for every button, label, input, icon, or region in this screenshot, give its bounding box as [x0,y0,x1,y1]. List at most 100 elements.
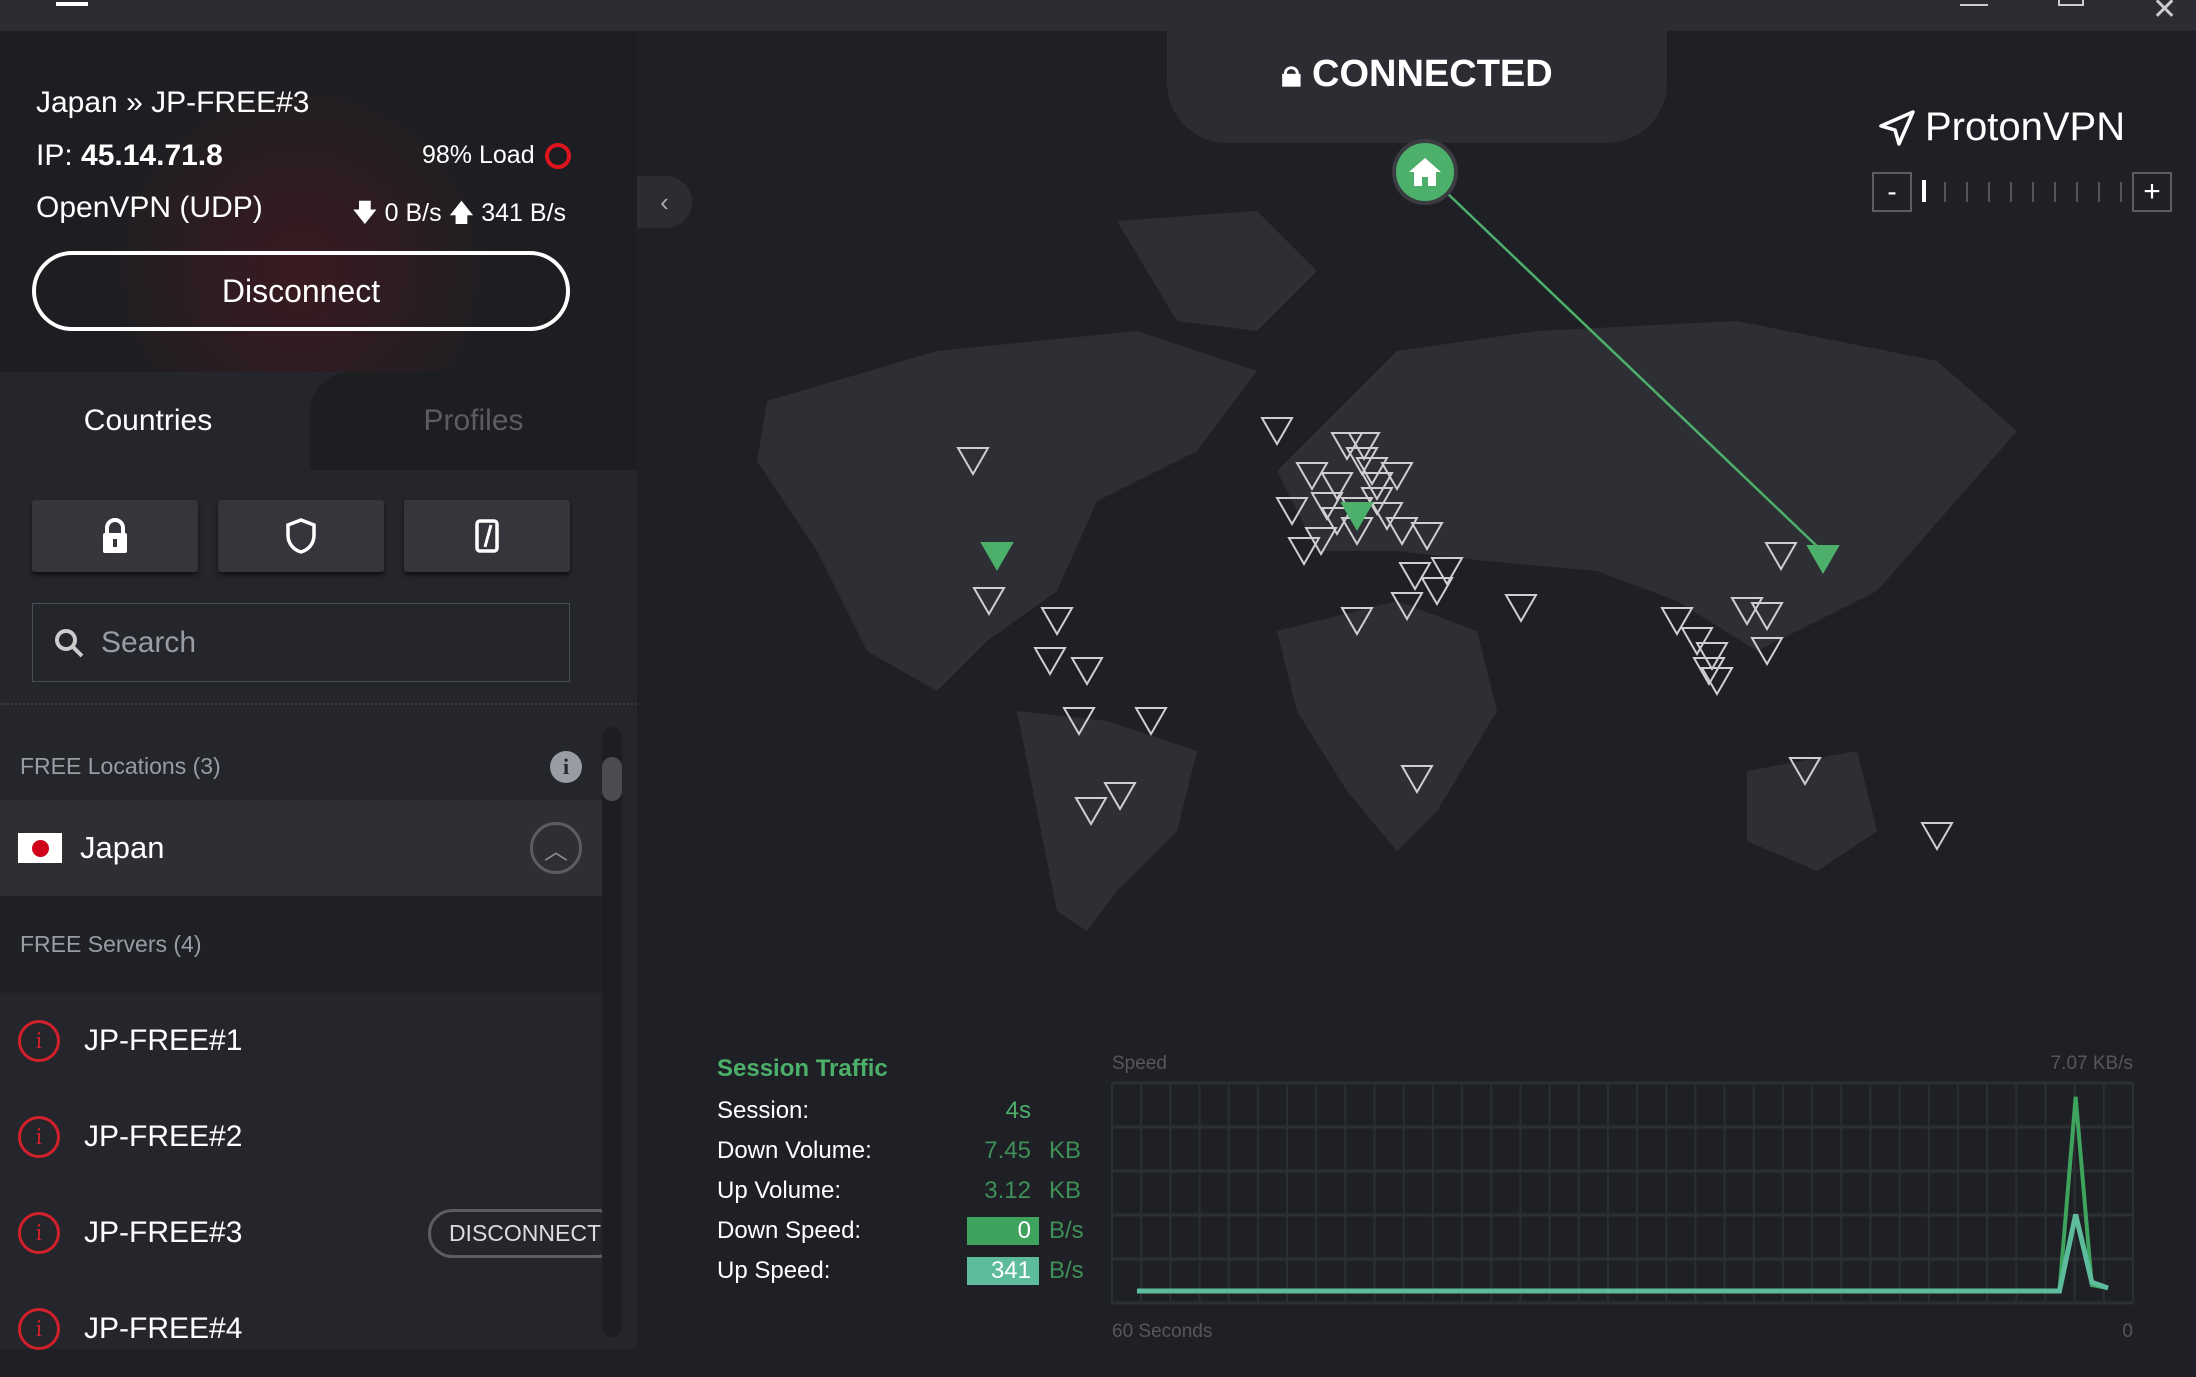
disconnect-button[interactable]: Disconnect [32,251,570,331]
search-icon [55,628,84,657]
server-name: JP-FREE#2 [84,1120,243,1153]
traffic-unit: B/s [1049,1217,1084,1244]
traffic-row-down_speed: Down Speed: 0 B/s [717,1211,1087,1251]
country-name: Japan [80,830,165,865]
hamburger-icon[interactable] [56,2,88,6]
ip-row: IP: 45.14.71.8 [36,139,223,173]
server-marker[interactable] [1260,417,1294,447]
connection-location: Japan » JP-FREE#3 [36,86,310,119]
traffic-row-down_volume: Down Volume: 7.45 KB [717,1131,1087,1171]
traffic-value: 3.12 [984,1177,1031,1204]
server-marker[interactable] [1040,607,1074,637]
scrollbar-thumb[interactable] [602,757,622,801]
server-row[interactable]: i JP-FREE#2 [0,1089,602,1185]
subsection-free-servers: FREE Servers (4) [0,896,602,993]
server-row[interactable]: i JP-FREE#1 [0,993,602,1089]
server-name: JP-FREE#1 [84,1024,243,1057]
load-indicator: 98% Load [422,141,571,170]
load-circle-icon [544,142,571,169]
traffic-row-up_speed: Up Speed: 341 B/s [717,1251,1087,1291]
traffic-label: Down Volume: [717,1137,872,1164]
server-name: JP-FREE#4 [84,1312,243,1345]
zoom-out-button[interactable]: - [1872,172,1912,212]
collapse-sidebar-button[interactable]: ‹ [637,176,692,228]
info-icon[interactable]: i [18,1116,60,1158]
server-disconnect-button[interactable]: DISCONNECT [427,1208,622,1258]
x-axis-right-label: 0 [2122,1321,2133,1342]
info-icon[interactable]: i [18,1308,60,1350]
status-text: 🔒︎ CONNECTED [1281,53,1552,143]
info-icon[interactable]: i [18,1212,60,1254]
tor-filter-button[interactable] [404,500,570,572]
japan-flag-icon [18,833,62,863]
server-marker[interactable] [1134,707,1168,737]
server-marker[interactable] [1920,822,1954,852]
traffic-unit: KB [1049,1177,1082,1204]
sidebar: Japan » JP-FREE#3 IP: 45.14.71.8 98% Loa… [0,31,637,1350]
server-row[interactable]: i JP-FREE#4 [0,1281,602,1377]
tor-icon [475,519,499,553]
brand-logo: ProtonVPN [1877,105,2125,150]
arrow-down-icon: 🡇 [352,199,378,227]
lock-icon: 🔒︎ [1281,53,1302,95]
chevron-up-icon[interactable]: ︿ [530,822,582,874]
server-marker[interactable] [1504,594,1538,624]
minimize-button[interactable] [1960,4,1988,6]
lock-icon [103,518,127,553]
session-traffic: Session Traffic Session: 4s Down Volume: 7.… [717,1055,1087,1291]
shield-icon [286,518,316,554]
connection-header: Japan » JP-FREE#3 IP: 45.14.71.8 98% Loa… [0,31,637,372]
search-field[interactable] [32,603,570,682]
server-marker[interactable] [1430,557,1464,587]
server-marker[interactable] [1680,627,1714,657]
proton-logo-icon [1879,109,1915,146]
netshield-filter-button[interactable] [218,500,384,572]
traffic-value: 0 [967,1217,1039,1245]
country-row-japan[interactable]: Japan ︿ [0,800,602,896]
server-row[interactable]: i JP-FREE#3 DISCONNECT [0,1185,622,1281]
traffic-label: Up Volume: [717,1177,842,1204]
secure-core-filter-button[interactable] [32,500,198,572]
arrow-up-icon: 🡅 [448,199,475,227]
traffic-unit: B/s [1049,1257,1084,1284]
maximize-button[interactable] [2058,0,2084,6]
traffic-row-session: Session: 4s [717,1091,1087,1131]
speed-chart: Speed 7.07 KB/s 60 Seconds 0 [1111,1053,2134,1342]
traffic-label: Down Speed: [717,1217,862,1244]
traffic-value: 341 [967,1257,1039,1285]
y-axis-label: Speed [1112,1053,1167,1074]
series-line-1 [1137,1213,2109,1294]
traffic-value: 4s [1005,1097,1031,1124]
down-speed: 0 B/s [384,199,442,227]
protocol: OpenVPN (UDP) [36,191,263,224]
traffic-label: Session: [717,1097,810,1124]
traffic-value: 7.45 [984,1137,1031,1164]
load-text: 98% Load [422,141,535,169]
server-marker[interactable] [1033,647,1067,677]
zoom-control: - + [1872,171,2172,213]
section-label: FREE Locations (3) [20,753,221,779]
zoom-slider-handle[interactable] [1922,180,1926,202]
tab-profiles[interactable]: Profiles [310,372,637,470]
brand-name: ProtonVPN [1925,105,2126,149]
info-icon[interactable]: i [550,750,582,783]
server-marker[interactable] [1660,607,1694,637]
server-marker[interactable] [1070,657,1104,687]
x-axis-left-label: 60 Seconds [1112,1321,1212,1342]
info-icon[interactable]: i [18,1020,60,1062]
scrollbar[interactable] [602,727,622,1337]
tab-countries[interactable]: Countries [0,372,296,470]
ip-label: IP: [36,139,73,172]
home-icon[interactable] [1392,139,1458,205]
traffic-title: Session Traffic [717,1055,888,1082]
zoom-slider[interactable] [1922,180,2122,202]
y-max-label: 7.07 KB/s [2051,1053,2133,1074]
traffic-row-up_volume: Up Volume: 3.12 KB [717,1171,1087,1211]
ip-value: 45.14.71.8 [81,139,223,172]
continents [757,211,2017,931]
zoom-in-button[interactable]: + [2132,172,2172,212]
traffic-label: Up Speed: [717,1257,831,1284]
close-button[interactable]: ✕ [2152,0,2177,27]
search-input[interactable] [101,625,541,660]
up-speed: 341 B/s [481,199,567,227]
